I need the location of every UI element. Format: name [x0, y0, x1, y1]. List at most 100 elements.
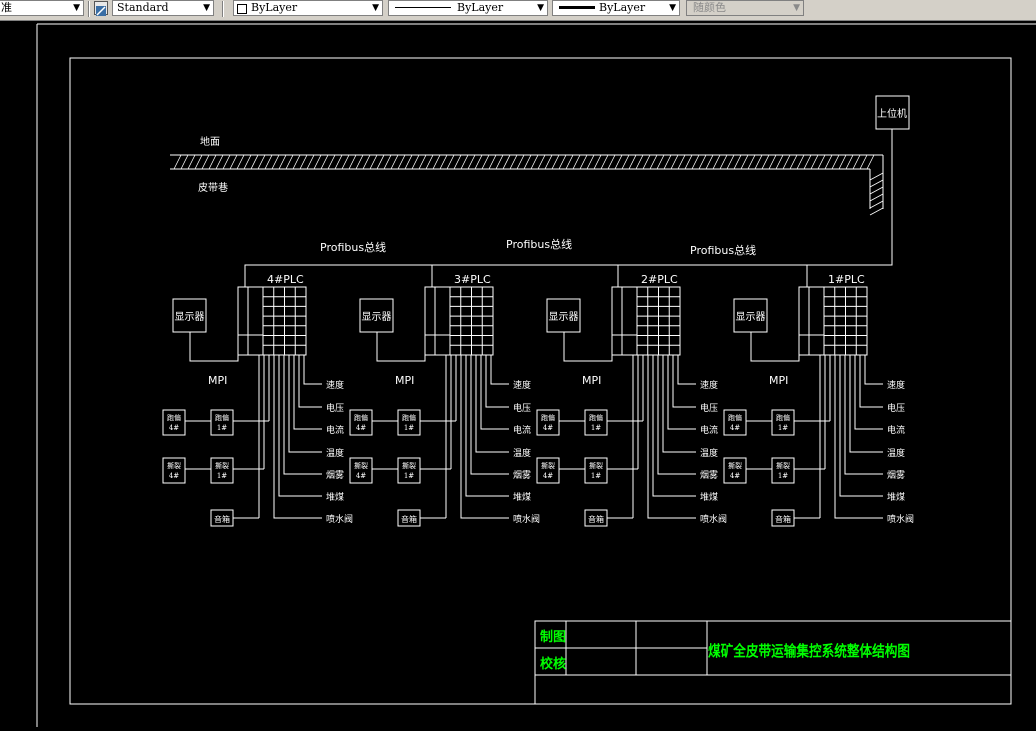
hatch-mark: [600, 154, 609, 170]
dimension-style-icon[interactable]: [94, 1, 108, 16]
hatch-mark: [740, 154, 749, 170]
hatch-mark: [824, 154, 833, 170]
linetype-combo[interactable]: ByLayer ▼: [388, 0, 548, 16]
display-label: 显示器: [549, 311, 579, 323]
field-device-label: 跑偏: [354, 413, 368, 422]
plot-style-value: 随颜色: [693, 1, 726, 14]
speaker-label: 音箱: [214, 514, 230, 524]
sensor-label: 电压: [887, 402, 905, 414]
field-device-label: 撕裂: [589, 461, 603, 470]
sensor-line: [293, 355, 322, 430]
sensor-line: [864, 355, 883, 385]
sensor-line: [854, 355, 883, 430]
sensor-line: [677, 355, 696, 385]
hatch-mark: [313, 154, 322, 170]
plc-station: 4#PLC 显示器 MPI 速度电压电流温度烟雾堆煤喷水阀 跑偏 4# 跑偏 1# 撕裂 4# 撕裂…: [162, 273, 353, 527]
hatch-mark: [418, 154, 427, 170]
field-device-label: 撕裂: [354, 461, 368, 470]
mpi-label: MPI: [582, 374, 601, 387]
field-device-label: 撕裂: [402, 461, 416, 470]
sensor-label: 烟雾: [700, 469, 718, 481]
lineweight-combo[interactable]: ByLayer ▼: [552, 0, 680, 16]
hatch-mark: [208, 154, 217, 170]
hatch-mark: [761, 154, 770, 170]
color-value: ByLayer: [251, 1, 298, 14]
chevron-down-icon[interactable]: ▼: [203, 1, 210, 15]
sensor-label: 烟雾: [513, 469, 531, 481]
sensor-line: [839, 355, 883, 497]
linetype-value: ByLayer: [457, 1, 504, 14]
hatch-mark: [684, 154, 693, 170]
hatch-mark: [869, 179, 884, 188]
field-device-label: 1#: [404, 472, 414, 480]
chevron-down-icon[interactable]: ▼: [73, 1, 80, 15]
field-device-label: 4#: [169, 472, 179, 480]
bus-label: Profibus总线: [320, 240, 386, 254]
sensor-line: [652, 355, 696, 497]
hatch-mark: [726, 154, 735, 170]
drawing-canvas[interactable]: 地面 皮带巷 上位机 Profibus总线 Profibus总线 Profibu…: [0, 21, 1036, 727]
field-device-label: 4#: [356, 424, 366, 432]
hatch-mark: [341, 154, 350, 170]
hatch-mark: [607, 154, 616, 170]
sensor-label: 温度: [887, 447, 905, 459]
hatch-mark: [502, 154, 511, 170]
sensor-label: 温度: [700, 447, 718, 459]
speaker-label: 音箱: [588, 514, 604, 524]
hatch-mark: [810, 154, 819, 170]
color-combo[interactable]: ByLayer ▼: [233, 0, 383, 16]
plot-style-combo: 随颜色 ▼: [686, 0, 804, 16]
hatch-mark: [453, 154, 462, 170]
host-computer: 上位机: [875, 95, 910, 130]
hatch-mark: [369, 154, 378, 170]
hatch-mark: [558, 154, 567, 170]
plc-cpu-module: [621, 286, 638, 356]
hatch-mark: [747, 154, 756, 170]
text-style-combo[interactable]: 准 ▼: [0, 0, 84, 16]
hatch-mark: [537, 154, 546, 170]
field-device-label: 1#: [217, 424, 227, 432]
hatch-mark: [278, 154, 287, 170]
chevron-down-icon[interactable]: ▼: [669, 1, 676, 15]
sensor-label: 电压: [513, 402, 531, 414]
sensor-label: 堆煤: [887, 491, 905, 503]
lineweight-value: ByLayer: [599, 1, 646, 14]
hatch-mark: [236, 154, 245, 170]
hatch-mark: [670, 154, 679, 170]
speaker-label: 音箱: [775, 514, 791, 524]
chevron-down-icon[interactable]: ▼: [372, 1, 379, 15]
sensor-line: [844, 355, 883, 475]
sensor-label: 电流: [887, 424, 905, 436]
hatch-mark: [292, 154, 301, 170]
dimension-style-combo[interactable]: Standard ▼: [112, 0, 214, 16]
hatch-mark: [180, 154, 189, 170]
plc-power-module: [611, 286, 623, 356]
hatch-mark: [852, 154, 861, 170]
host-label: 上位机: [877, 107, 907, 120]
sensor-label: 喷水阀: [326, 513, 353, 525]
mpi-label: MPI: [208, 374, 227, 387]
hatch-mark: [691, 154, 700, 170]
hatch-mark: [495, 154, 504, 170]
field-device-label: 1#: [217, 472, 227, 480]
sensor-label: 温度: [326, 447, 344, 459]
sensor-line: [283, 355, 322, 475]
hatch-mark: [869, 200, 884, 209]
hatch-mark: [467, 154, 476, 170]
hatch-mark: [712, 154, 721, 170]
hatch-mark: [446, 154, 455, 170]
chevron-down-icon[interactable]: ▼: [537, 1, 544, 15]
sensor-line: [465, 355, 509, 497]
plc-power-module: [237, 286, 249, 356]
dimension-style-value: Standard: [117, 1, 169, 14]
sensor-label: 电压: [326, 402, 344, 414]
field-device-label: 撕裂: [541, 461, 555, 470]
hatch-mark: [831, 154, 840, 170]
mpi-link: [750, 332, 800, 362]
sensor-label: 堆煤: [326, 491, 344, 503]
toolbar-separator: [88, 1, 90, 17]
plc-station: 1#PLC 显示器 MPI 速度电压电流温度烟雾堆煤喷水阀 跑偏 4# 跑偏 1# 撕裂 4# 撕裂…: [723, 273, 914, 527]
hatch-mark: [859, 154, 868, 170]
field-device-label: 撕裂: [776, 461, 790, 470]
field-device-label: 4#: [169, 424, 179, 432]
